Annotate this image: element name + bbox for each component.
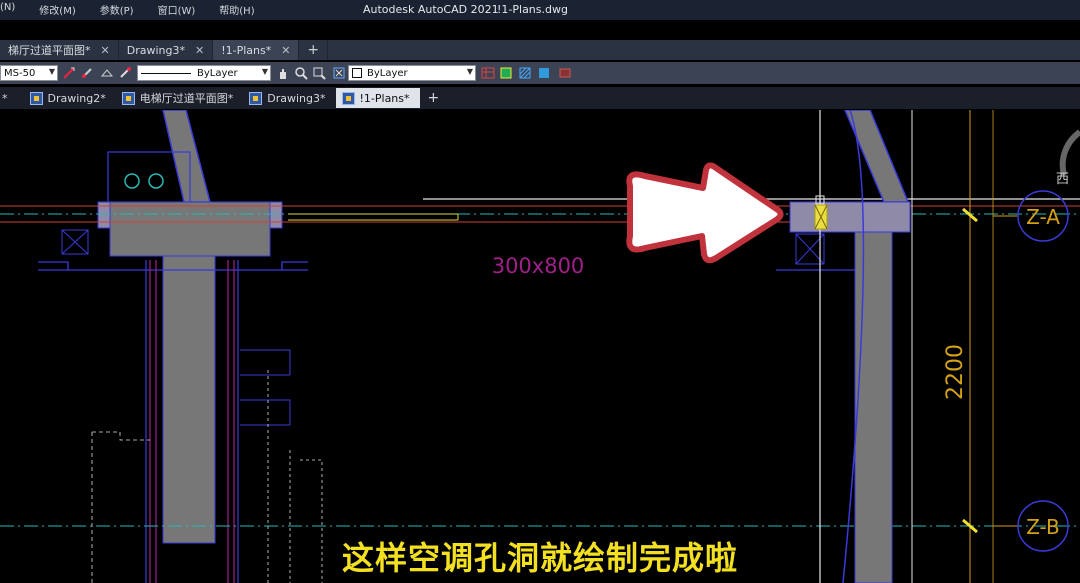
left-slanted-wall [162,110,211,203]
document-tab-bar: * Drawing2* 电梯厅过道平面图* Drawing3* !1-Plans… [0,87,1080,109]
properties-toolbar: MS-50 ▼ ByLayer ▼ ByLayer ▼ [0,62,1080,84]
dwg-file-icon [29,91,43,105]
title-bar: Autodesk AutoCAD 2021 !1-Plans.dwg (N) 修… [0,0,1080,20]
close-icon[interactable]: ✕ [195,44,204,57]
file-title: !1-Plans.dwg [497,3,568,16]
left-column [162,255,216,544]
doc-tab-label: Drawing3* [267,91,326,105]
chevron-down-icon: ▼ [466,67,473,76]
zoom-icon[interactable] [294,66,308,80]
linetype-value: ByLayer [197,67,238,79]
line-sample [141,72,191,74]
dimstyle-dropdown[interactable]: MS-50 ▼ [0,65,58,81]
table-icon[interactable] [481,66,495,80]
color-dropdown[interactable]: ByLayer ▼ [348,65,476,81]
gradient-icon[interactable] [537,66,551,80]
close-icon[interactable]: ✕ [281,44,290,57]
dim-tool-icon[interactable] [62,66,76,80]
chevron-down-icon: ▼ [48,67,55,76]
file-tab-label: Drawing3* [126,43,185,57]
dwg-file-icon [249,91,263,105]
pipe-circle [124,173,140,189]
zoom-window-icon[interactable] [312,66,326,80]
doc-tab-4[interactable]: !1-Plans* [335,88,420,108]
dimstyle-value: MS-50 [4,67,36,79]
menu-item-modify[interactable]: 修改(M) [39,2,75,18]
hatch-icon[interactable] [518,66,532,80]
right-beam [789,201,911,233]
new-drawing-plus-icon[interactable]: + [420,87,450,109]
doc-tab-2[interactable]: 电梯厅过道平面图* [116,87,244,109]
pan-hand-icon[interactable] [276,66,290,80]
file-tab-2[interactable]: !1-Plans* ✕ [213,40,300,60]
dwg-file-icon [341,91,355,105]
brush-icon[interactable] [118,66,132,80]
app-title: Autodesk AutoCAD 2021 [363,3,499,16]
zoom-extents-icon[interactable] [332,66,346,80]
menu-item-window[interactable]: 窗口(W) [158,2,196,18]
dimension-group: 2200 Z-A Z-B [943,110,1069,583]
right-wall-group [776,110,913,583]
doc-tab-3[interactable]: Drawing3* [243,87,335,109]
file-tab-bar: 梯厅过道平面图* ✕ Drawing3* ✕ !1-Plans* ✕ + [0,40,1080,60]
tutorial-arrow-icon [626,162,784,264]
color-swatch [352,68,362,78]
dwg-file-icon [121,91,135,105]
drawing-canvas[interactable]: 300x800 2200 Z-A Z-B 西 [0,110,1080,583]
left-beam [109,201,271,257]
color-value: ByLayer [367,67,408,79]
file-tab-1[interactable]: Drawing3* ✕ [119,40,214,60]
linetype-dropdown[interactable]: ByLayer ▼ [137,65,271,81]
chevron-down-icon: ▼ [261,67,268,76]
video-subtitle: 这样空调孔洞就绘制完成啦 [341,539,738,577]
block-icon[interactable] [499,66,513,80]
layer-icon[interactable] [100,66,114,80]
viewcube-ring [1059,129,1080,176]
menu-item-help[interactable]: 帮助(H) [219,2,254,18]
right-column [854,231,893,583]
doc-tab-1[interactable]: Drawing2* [24,87,116,109]
doc-tab-0[interactable]: * [0,87,24,109]
match-properties-icon[interactable] [80,66,94,80]
left-wall-group [38,110,323,583]
pipe-circle [148,173,164,189]
viewcube-west-label: 西 [1056,172,1069,187]
file-tab-label: 梯厅过道平面图* [8,44,91,57]
new-tab-plus-icon[interactable]: + [299,40,329,60]
box-cross [61,229,89,255]
dimension-text: 2200 [943,344,968,400]
menu-item-parametric[interactable]: 参数(P) [100,2,134,18]
opening-size-label: 300x800 [492,254,585,278]
doc-tab-label: * [2,91,8,105]
region-icon[interactable] [558,66,572,80]
menu-item-view[interactable]: (N) [0,2,15,18]
menu-bar: (N) 修改(M) 参数(P) 窗口(W) 帮助(H) [0,2,279,18]
side-details [240,349,291,426]
file-tab-label: !1-Plans* [221,43,272,57]
grid-label-a: Z-A [1026,205,1060,229]
doc-tab-label: !1-Plans* [359,91,410,105]
doc-tab-label: 电梯厅过道平面图* [139,92,234,105]
file-tab-0[interactable]: 梯厅过道平面图* ✕ [0,40,119,60]
doc-tab-label: Drawing2* [47,91,106,105]
close-icon[interactable]: ✕ [101,44,110,57]
viewcube[interactable]: 西 [1056,129,1080,187]
